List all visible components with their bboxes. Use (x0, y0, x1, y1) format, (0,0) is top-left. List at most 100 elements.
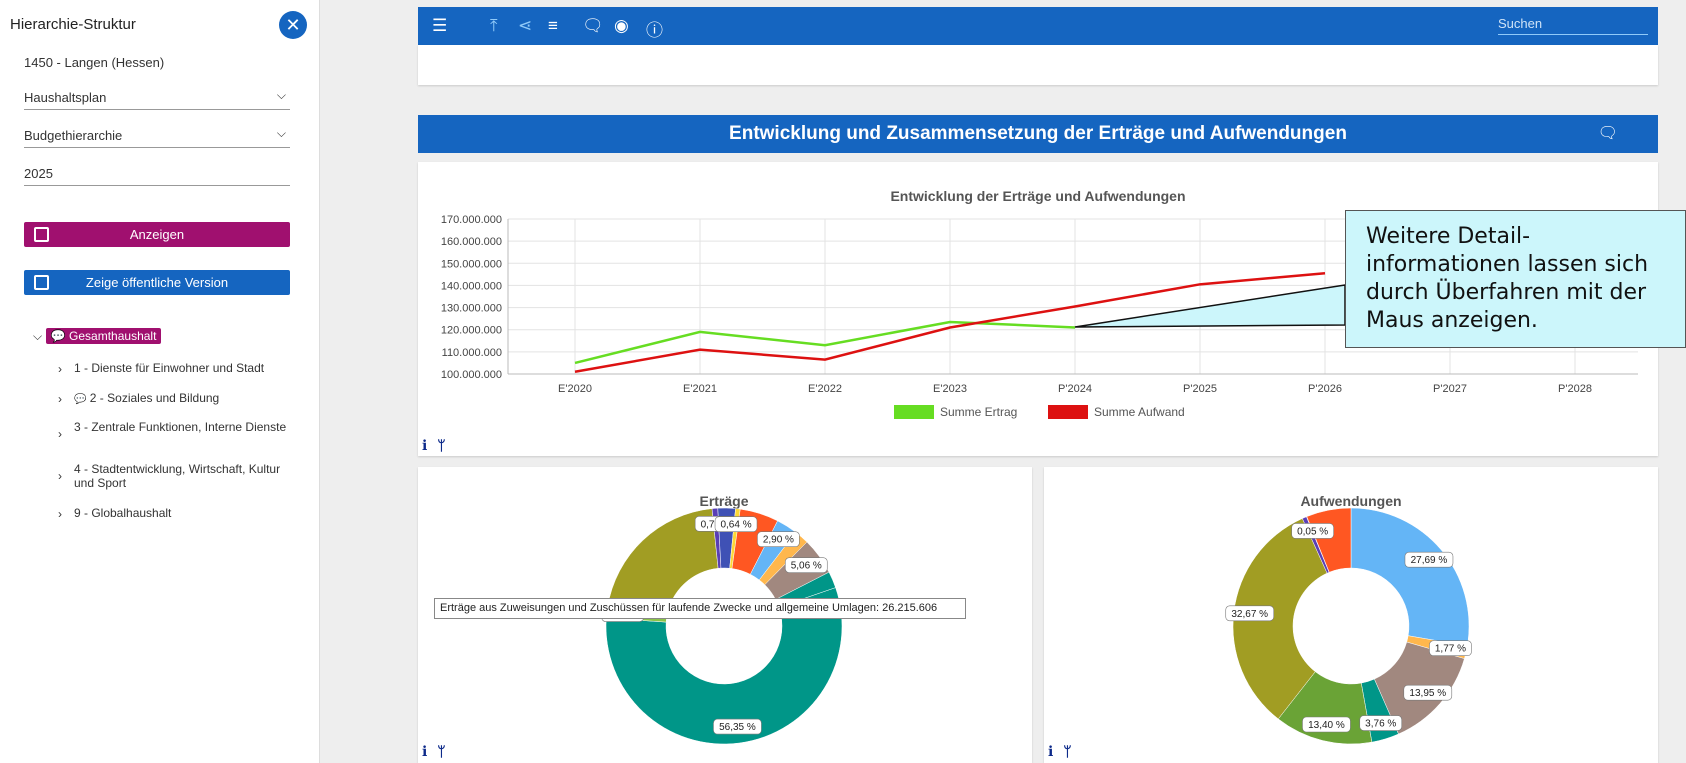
callout-line: Maus anzeigen. (1366, 308, 1538, 333)
comment-icon[interactable]: 🗨 (582, 16, 604, 36)
x-tick-label: P'2024 (1058, 383, 1092, 395)
close-icon[interactable]: ✕ (279, 11, 307, 39)
data-label: 0,05 % (1297, 526, 1328, 537)
info-icon[interactable]: ⓘ (646, 16, 663, 41)
legend-swatch (894, 405, 934, 419)
section-header: Entwicklung und Zusammensetzung der Ertr… (418, 115, 1658, 153)
chevron-down-icon[interactable]: ⌵ (33, 329, 42, 343)
tree-root-badge[interactable]: 💬 Gesamthaushalt (45, 328, 162, 344)
comment-icon[interactable]: 🗨 (1598, 115, 1618, 153)
tree-item-label: 4 - Stadtentwicklung, Wirtschaft, Kultur… (74, 462, 281, 490)
section-title: Entwicklung und Zusammensetzung der Ertr… (729, 123, 1347, 144)
x-tick-label: E'2020 (558, 383, 592, 395)
info-icon[interactable]: ℹ (1048, 743, 1053, 759)
municipality-label: 1450 - Langen (Hessen) (24, 55, 165, 70)
toolbar: ☰ ⤒ ⋖ ≡ 🗨 ◉ ⓘ Suchen (418, 7, 1658, 45)
branch-icon[interactable]: ᛘ (437, 743, 445, 759)
show-button-label: Anzeigen (129, 227, 185, 242)
top-card (418, 45, 1658, 85)
chevron-right-icon[interactable]: › (58, 362, 62, 376)
card-icons: ℹ ᛘ (1048, 743, 1072, 760)
chevron-down-icon: ⌵ (276, 88, 286, 102)
data-label: 2,90 % (763, 535, 794, 546)
tree-root[interactable]: ⌵ 💬 Gesamthaushalt (33, 328, 162, 344)
list-icon[interactable]: ≡ (548, 16, 558, 36)
x-tick-label: P'2025 (1183, 383, 1217, 395)
y-tick-label: 100.000.000 (441, 369, 502, 381)
chevron-right-icon[interactable]: › (58, 469, 62, 483)
x-tick-label: E'2021 (683, 383, 717, 395)
data-label: 56,35 % (719, 722, 756, 733)
data-label: 27,69 % (1411, 555, 1448, 566)
tree-root-label: Gesamthaushalt (69, 329, 157, 343)
x-tick-label: P'2028 (1558, 383, 1592, 395)
checkbox-checked-icon (34, 227, 49, 242)
data-label: 3,76 % (1365, 719, 1396, 730)
year-field-value: 2025 (24, 166, 53, 181)
x-tick-label: E'2023 (933, 383, 967, 395)
comment-icon: 💬 (74, 394, 87, 405)
chevron-down-icon: ⌵ (276, 126, 286, 140)
public-version-button-label: Zeige öffentliche Version (85, 275, 229, 290)
x-tick-label: E'2022 (808, 383, 842, 395)
callout-line: informationen lassen sich (1366, 252, 1649, 277)
card-icons: ℹ ᛘ (422, 437, 446, 454)
chevron-right-icon[interactable]: › (58, 507, 62, 521)
card-icons: ℹ ᛘ (422, 743, 446, 760)
show-button[interactable]: Anzeigen (24, 222, 290, 247)
tree-item-label: 9 - Globalhaushalt (74, 506, 172, 520)
chevron-right-icon[interactable]: › (58, 427, 62, 441)
branch-icon[interactable]: ᛘ (437, 437, 445, 453)
data-label: 5,06 % (791, 561, 822, 572)
y-tick-label: 160.000.000 (441, 236, 502, 248)
hierarchy-select[interactable]: Budgethierarchie ⌵ (24, 122, 290, 148)
callout-line: Weitere Detail- (1366, 224, 1531, 249)
data-label: 13,95 % (1409, 688, 1446, 699)
upload-icon[interactable]: ⤒ (490, 16, 498, 36)
share-icon[interactable]: ⋖ (518, 16, 532, 36)
pie-slice (1350, 507, 1470, 647)
y-tick-label: 170.000.000 (441, 214, 502, 226)
callout-box: Weitere Detail- informationen lassen sic… (1345, 210, 1686, 348)
menu-icon[interactable]: ☰ (432, 16, 447, 36)
chart-title: Entwicklung der Erträge und Aufwendungen (890, 188, 1185, 204)
data-label: 32,67 % (1231, 609, 1268, 620)
checkbox-icon (34, 275, 49, 290)
legend-label: Summe Ertrag (940, 405, 1017, 419)
expense-pie-chart[interactable]: Aufwendungen 27,69 % 1,77 % 13,95 % 3,76 % 13… (1044, 467, 1658, 763)
y-tick-label: 120.000.000 (441, 325, 502, 337)
chart-title: Aufwendungen (1300, 493, 1401, 509)
comment-icon: 💬 (50, 329, 66, 343)
sidebar: Hierarchie-Struktur ✕ 1450 - Langen (Hes… (0, 0, 320, 763)
callout-line: durch Überfahren mit der (1366, 280, 1647, 305)
data-label: 13,40 % (1308, 720, 1345, 731)
chart-tooltip: Erträge aus Zuweisungen und Zuschüssen f… (434, 598, 966, 619)
eye-icon[interactable]: ◉ (614, 16, 629, 36)
tree-item-label-with-comment: 💬 2 - Soziales und Bildung (74, 391, 294, 407)
y-tick-label: 110.000.000 (442, 347, 502, 359)
year-field[interactable]: 2025 (24, 160, 290, 186)
x-tick-label: P'2027 (1433, 383, 1467, 395)
y-tick-label: 140.000.000 (441, 280, 502, 292)
plan-select-value: Haushaltsplan (24, 90, 107, 105)
search-input[interactable]: Suchen (1498, 16, 1648, 35)
chevron-right-icon[interactable]: › (58, 392, 62, 406)
data-label: 1,77 % (1435, 644, 1466, 655)
info-icon[interactable]: ℹ (422, 437, 427, 453)
tree-item-text: 2 - Soziales und Bildung (89, 391, 220, 405)
y-tick-label: 150.000.000 (441, 258, 502, 270)
tree-item-label: 3 - Zentrale Funktionen, Interne Dienste (74, 420, 287, 434)
data-label: 0,64 % (720, 520, 751, 531)
public-version-button[interactable]: Zeige öffentliche Version (24, 270, 290, 295)
tree-item-label: 1 - Dienste für Einwohner und Stadt (74, 361, 265, 375)
plan-select[interactable]: Haushaltsplan ⌵ (24, 84, 290, 110)
branch-icon[interactable]: ᛘ (1063, 743, 1071, 759)
legend-swatch (1048, 405, 1088, 419)
hierarchy-select-value: Budgethierarchie (24, 128, 123, 143)
legend-label: Summe Aufwand (1094, 405, 1185, 419)
chart-title: Erträge (699, 493, 748, 509)
sidebar-title: Hierarchie-Struktur (10, 16, 136, 33)
x-tick-label: P'2026 (1308, 383, 1342, 395)
y-tick-label: 130.000.000 (441, 303, 502, 315)
info-icon[interactable]: ℹ (422, 743, 427, 759)
